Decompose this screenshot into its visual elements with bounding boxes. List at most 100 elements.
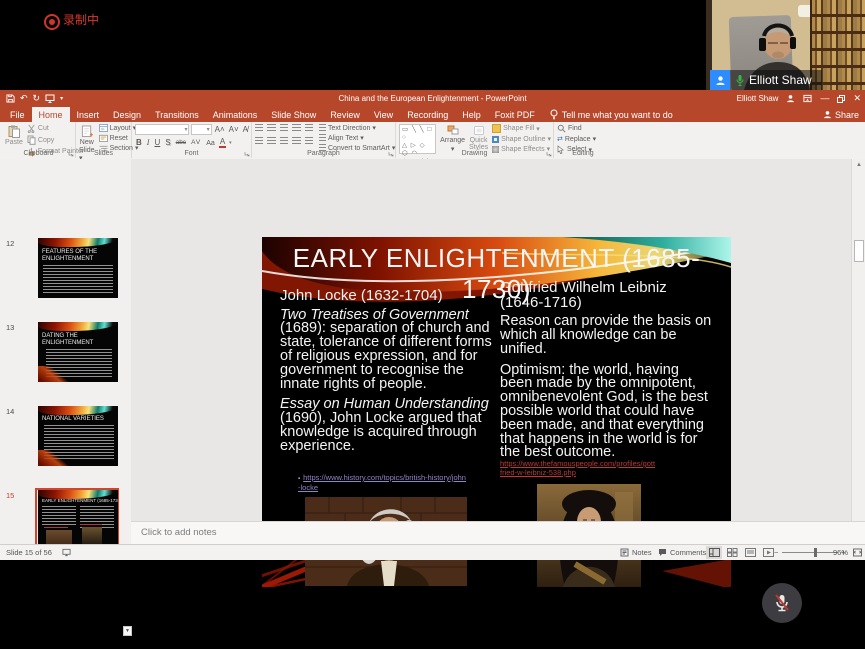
thumbnail-slide-14[interactable]: NATIONAL VARIETIES bbox=[38, 406, 118, 466]
font-dialog-launcher[interactable] bbox=[244, 151, 250, 157]
notes-pane[interactable]: Click to add notes bbox=[131, 521, 865, 544]
zoom-slider-thumb[interactable] bbox=[814, 548, 817, 557]
drawing-dialog-launcher[interactable] bbox=[546, 151, 552, 157]
font-name-combo[interactable]: ▾ bbox=[135, 124, 189, 135]
thumbnail-slide-13[interactable]: DATING THE ENLIGHTENMENT bbox=[38, 322, 118, 382]
save-icon[interactable] bbox=[6, 94, 15, 103]
bold-button[interactable]: B bbox=[135, 139, 143, 147]
document-title: China and the European Enlightenment - P… bbox=[338, 90, 526, 107]
locke-paragraph-2: Essay on Human Understanding (1690), Joh… bbox=[280, 398, 494, 453]
clipboard-dialog-launcher[interactable] bbox=[68, 151, 74, 157]
paragraph-dialog-launcher[interactable] bbox=[388, 151, 394, 157]
share-button[interactable]: Share bbox=[823, 107, 859, 122]
tab-view[interactable]: View bbox=[367, 107, 400, 122]
leibniz-paragraph-1: Reason can provide the basis on which al… bbox=[500, 315, 714, 356]
account-avatar-icon[interactable] bbox=[786, 94, 795, 103]
replace-button[interactable]: ⇄ Replace ▾ bbox=[557, 135, 610, 143]
underline-button[interactable]: U bbox=[153, 139, 161, 147]
thumbnail-scroll-down-button[interactable]: ▼ bbox=[123, 626, 132, 636]
scrollbar-thumb[interactable] bbox=[854, 240, 864, 262]
ribbon: Paste Cut Copy Format Pain bbox=[0, 122, 865, 160]
strikethrough-button[interactable]: abc bbox=[175, 140, 187, 147]
zoom-level[interactable]: 96% bbox=[833, 545, 848, 560]
display-settings-icon[interactable] bbox=[62, 545, 71, 560]
tab-insert[interactable]: Insert bbox=[70, 107, 107, 122]
notes-icon bbox=[620, 548, 629, 557]
align-text-button[interactable]: Align Text ▾ bbox=[319, 134, 395, 142]
tab-recording[interactable]: Recording bbox=[400, 107, 455, 122]
align-right-icon[interactable] bbox=[280, 137, 288, 145]
shrink-font-icon[interactable]: A˅ bbox=[228, 126, 240, 134]
fit-slide-to-window-button[interactable] bbox=[853, 545, 862, 560]
tab-transitions[interactable]: Transitions bbox=[148, 107, 206, 122]
redo-icon[interactable]: ↻ bbox=[33, 94, 41, 103]
unmute-microphone-button[interactable] bbox=[762, 583, 802, 623]
slide-design-corner bbox=[38, 366, 70, 382]
tell-me-box[interactable]: Tell me what you want to do bbox=[542, 107, 681, 122]
comments-toggle-button[interactable]: Comments bbox=[658, 545, 706, 560]
grow-font-icon[interactable]: A˄ bbox=[214, 126, 226, 134]
thumbnail-slide-12[interactable]: FEATURES OF THE ENLIGHTENMENT bbox=[38, 238, 118, 298]
status-bar: Slide 15 of 56 Notes Comments bbox=[0, 544, 865, 560]
change-case-button[interactable]: Aa bbox=[205, 140, 216, 147]
tab-file[interactable]: File bbox=[3, 107, 32, 122]
scroll-up-icon[interactable]: ▲ bbox=[853, 160, 865, 171]
slide-sorter-view-button[interactable] bbox=[724, 546, 740, 559]
align-center-icon[interactable] bbox=[267, 137, 275, 145]
font-color-button[interactable]: A bbox=[219, 138, 226, 148]
tab-foxit-pdf[interactable]: Foxit PDF bbox=[488, 107, 542, 122]
quick-styles-button[interactable]: Quick Styles bbox=[469, 124, 488, 151]
tab-slide-show[interactable]: Slide Show bbox=[264, 107, 323, 122]
font-color-dropdown-icon[interactable]: ▾ bbox=[229, 140, 232, 146]
thumbnail-text-lines bbox=[42, 506, 76, 526]
tab-review[interactable]: Review bbox=[323, 107, 367, 122]
arrange-button[interactable]: Arrange▾ bbox=[440, 124, 465, 153]
minimize-button[interactable]: — bbox=[820, 94, 829, 103]
tab-animations[interactable]: Animations bbox=[206, 107, 265, 122]
text-shadow-button[interactable]: S bbox=[164, 139, 171, 147]
locke-hyperlink[interactable]: ▪https://www.history.com/topics/british-… bbox=[298, 473, 468, 492]
tab-home[interactable]: Home bbox=[32, 107, 70, 122]
undo-icon[interactable]: ↶ bbox=[20, 94, 28, 103]
zoom-out-button[interactable]: − bbox=[774, 545, 778, 560]
customize-qat-icon[interactable]: ▾ bbox=[60, 96, 63, 102]
reading-view-button[interactable] bbox=[742, 546, 758, 559]
line-spacing-icon[interactable] bbox=[305, 124, 313, 132]
align-left-icon[interactable] bbox=[255, 137, 263, 145]
shape-outline-button[interactable]: Shape Outline ▾ bbox=[492, 135, 551, 143]
shape-fill-button[interactable]: Shape Fill ▾ bbox=[492, 124, 551, 133]
italic-button[interactable]: I bbox=[146, 139, 151, 147]
increase-indent-icon[interactable] bbox=[292, 124, 300, 132]
ribbon-display-options-icon[interactable] bbox=[803, 94, 812, 103]
decrease-indent-icon[interactable] bbox=[280, 124, 288, 132]
slide-left-text-box[interactable]: John Locke (1632-1704) Two Treatises of … bbox=[280, 289, 494, 460]
group-slides: New Slide ▾ Layout ▾ Reset bbox=[76, 122, 132, 158]
text-direction-button[interactable]: Text Direction ▾ bbox=[319, 124, 395, 132]
font-size-combo[interactable]: ▾ bbox=[191, 124, 211, 135]
slide-thumbnail-panel: 12 FEATURES OF THE ENLIGHTENMENT 13 DATI… bbox=[0, 159, 131, 544]
thumbnail-slide-15-selected[interactable]: EARLY ENLIGHTENMENT (1685-1730) bbox=[38, 490, 118, 544]
tab-help[interactable]: Help bbox=[455, 107, 488, 122]
zoom-slider[interactable] bbox=[782, 545, 838, 560]
find-button[interactable]: Find bbox=[557, 124, 610, 133]
clear-formatting-icon[interactable]: A̸ bbox=[242, 126, 249, 134]
numbering-icon[interactable] bbox=[267, 124, 275, 132]
columns-icon[interactable] bbox=[305, 137, 313, 145]
group-paragraph: Text Direction ▾ Align Text ▾ Convert to… bbox=[252, 122, 396, 158]
cut-icon bbox=[27, 124, 36, 133]
character-spacing-button[interactable]: AV bbox=[190, 140, 202, 147]
restore-button[interactable] bbox=[837, 95, 845, 103]
signed-in-user[interactable]: Elliott Shaw bbox=[737, 94, 779, 103]
bullets-icon[interactable] bbox=[255, 124, 263, 132]
close-button[interactable]: ✕ bbox=[853, 94, 861, 103]
leibniz-hyperlink[interactable]: https://www.thefamouspeople.com/profiles… bbox=[500, 459, 656, 477]
start-slideshow-icon[interactable] bbox=[45, 94, 55, 103]
shape-fill-icon bbox=[492, 124, 501, 133]
normal-view-button[interactable] bbox=[706, 546, 722, 559]
tab-design[interactable]: Design bbox=[106, 107, 148, 122]
notes-toggle-button[interactable]: Notes bbox=[620, 545, 652, 560]
notes-placeholder[interactable]: Click to add notes bbox=[141, 527, 865, 538]
slide-right-text-box[interactable]: Gottfried Wilhelm Leibniz (1646-1716) Re… bbox=[500, 281, 714, 467]
justify-icon[interactable] bbox=[292, 137, 300, 145]
slide-area-scrollbar[interactable]: ▲ ▼ bbox=[851, 159, 865, 544]
